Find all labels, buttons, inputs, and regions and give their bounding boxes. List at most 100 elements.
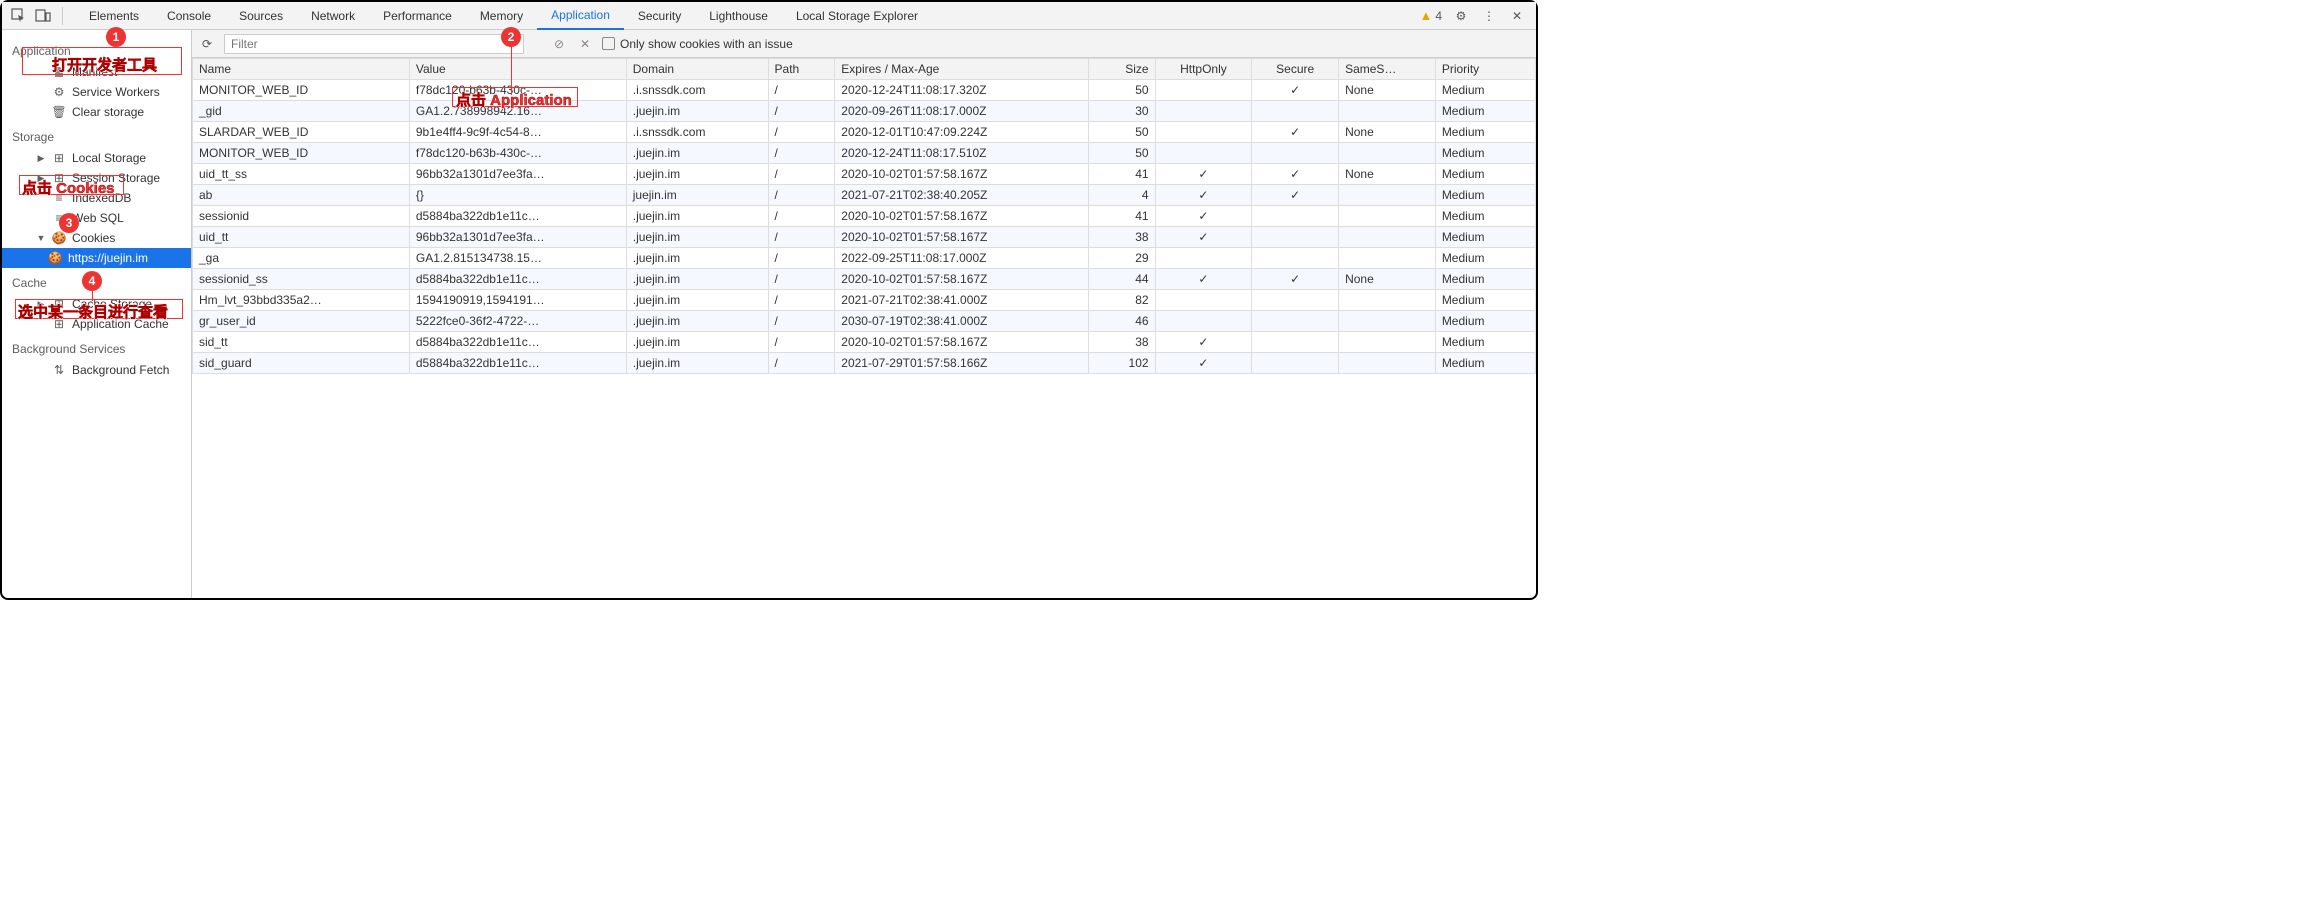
- sidebar-item-cache-storage[interactable]: ▶⊞Cache Storage: [2, 294, 191, 314]
- cell: [1155, 122, 1252, 143]
- column-header-priority[interactable]: Priority: [1435, 59, 1535, 80]
- table-row[interactable]: SLARDAR_WEB_ID9b1e4ff4-9c9f-4c54-8….i.sn…: [193, 122, 1536, 143]
- top-toolbar: ElementsConsoleSourcesNetworkPerformance…: [2, 2, 1536, 30]
- annotation-line-2: [511, 47, 512, 95]
- cell: MONITOR_WEB_ID: [193, 143, 410, 164]
- column-header-expires-max-age[interactable]: Expires / Max-Age: [835, 59, 1089, 80]
- table-row[interactable]: uid_tt96bb32a1301d7ee3fa….juejin.im/2020…: [193, 227, 1536, 248]
- table-row[interactable]: Hm_lvt_93bbd335a2…1594190919,1594191….ju…: [193, 290, 1536, 311]
- column-header-sames-[interactable]: SameS…: [1339, 59, 1436, 80]
- cell: Medium: [1435, 353, 1535, 374]
- sidebar-item-cookies[interactable]: ▼🍪Cookies: [2, 228, 191, 248]
- table-row[interactable]: MONITOR_WEB_IDf78dc120-b63b-430c-….i.sns…: [193, 80, 1536, 101]
- cell: /: [768, 227, 835, 248]
- sidebar-group-application: Application: [2, 36, 191, 62]
- db-grid-icon: ⊞: [52, 297, 66, 311]
- tab-application[interactable]: Application: [537, 2, 624, 30]
- tab-security[interactable]: Security: [624, 2, 695, 30]
- gear-icon[interactable]: ⚙: [1452, 7, 1470, 25]
- only-issue-label: Only show cookies with an issue: [620, 37, 793, 51]
- table-row[interactable]: sessionidd5884ba322db1e11c….juejin.im/20…: [193, 206, 1536, 227]
- cell: ✓: [1252, 122, 1339, 143]
- table-row[interactable]: ab{}juejin.im/2021-07-21T02:38:40.205Z4✓…: [193, 185, 1536, 206]
- cell: .juejin.im: [626, 311, 768, 332]
- cell: sessionid: [193, 206, 410, 227]
- cell: [1252, 206, 1339, 227]
- column-header-secure[interactable]: Secure: [1252, 59, 1339, 80]
- table-row[interactable]: gr_user_id5222fce0-36f2-4722-….juejin.im…: [193, 311, 1536, 332]
- block-icon[interactable]: ⊘: [550, 35, 568, 53]
- column-header-value[interactable]: Value: [409, 59, 626, 80]
- cell: /: [768, 248, 835, 269]
- cell: sessionid_ss: [193, 269, 410, 290]
- cell: 50: [1088, 122, 1155, 143]
- cell: .juejin.im: [626, 227, 768, 248]
- sidebar-item-manifest[interactable]: Manifest: [2, 62, 191, 82]
- column-header-domain[interactable]: Domain: [626, 59, 768, 80]
- tab-memory[interactable]: Memory: [466, 2, 537, 30]
- tab-network[interactable]: Network: [297, 2, 369, 30]
- sidebar-item-label: Web SQL: [72, 211, 124, 225]
- table-row[interactable]: MONITOR_WEB_IDf78dc120-b63b-430c-….jueji…: [193, 143, 1536, 164]
- table-row[interactable]: sessionid_ssd5884ba322db1e11c….juejin.im…: [193, 269, 1536, 290]
- filter-input[interactable]: [224, 34, 524, 54]
- sidebar-item-https-juejin-im[interactable]: 🍪https://juejin.im: [2, 248, 191, 268]
- inspect-icon[interactable]: [10, 7, 28, 25]
- tab-performance[interactable]: Performance: [369, 2, 466, 30]
- refresh-icon[interactable]: ⟳: [198, 35, 216, 53]
- column-header-httponly[interactable]: HttpOnly: [1155, 59, 1252, 80]
- cell: .juejin.im: [626, 143, 768, 164]
- sidebar-item-label: Application Cache: [72, 317, 169, 331]
- tab-console[interactable]: Console: [153, 2, 225, 30]
- table-row[interactable]: _gidGA1.2.738998942.16….juejin.im/2020-0…: [193, 101, 1536, 122]
- only-issue-checkbox[interactable]: Only show cookies with an issue: [602, 37, 793, 51]
- sidebar-item-background-fetch[interactable]: ⇅Background Fetch: [2, 360, 191, 380]
- cell: Medium: [1435, 269, 1535, 290]
- cell: ✓: [1155, 227, 1252, 248]
- sidebar-item-clear-storage[interactable]: 🗑Clear storage: [2, 102, 191, 122]
- table-row[interactable]: sid_ttd5884ba322db1e11c….juejin.im/2020-…: [193, 332, 1536, 353]
- cell: GA1.2.815134738.15…: [409, 248, 626, 269]
- cell: Medium: [1435, 206, 1535, 227]
- cell: ✓: [1155, 269, 1252, 290]
- sidebar-group-cache: Cache: [2, 268, 191, 294]
- close-icon[interactable]: ✕: [1508, 7, 1526, 25]
- cell: _ga: [193, 248, 410, 269]
- cell: [1339, 101, 1436, 122]
- sidebar-item-service-workers[interactable]: ⚙Service Workers: [2, 82, 191, 102]
- sidebar-item-session-storage[interactable]: ▶⊞Session Storage: [2, 168, 191, 188]
- cell: [1339, 311, 1436, 332]
- tab-elements[interactable]: Elements: [75, 2, 153, 30]
- clear-icon[interactable]: ✕: [576, 35, 594, 53]
- sidebar-item-application-cache[interactable]: ⊞Application Cache: [2, 314, 191, 334]
- cell: [1339, 143, 1436, 164]
- sidebar-item-indexeddb[interactable]: ≡IndexedDB: [2, 188, 191, 208]
- cell: Medium: [1435, 143, 1535, 164]
- warnings-badge[interactable]: ▲4: [1419, 8, 1442, 23]
- cell: 2021-07-21T02:38:40.205Z: [835, 185, 1089, 206]
- tab-local-storage-explorer[interactable]: Local Storage Explorer: [782, 2, 932, 30]
- cell: ✓: [1252, 80, 1339, 101]
- kebab-icon[interactable]: ⋮: [1480, 7, 1498, 25]
- sidebar-item-label: Background Fetch: [72, 363, 169, 377]
- cell: /: [768, 185, 835, 206]
- cell: None: [1339, 80, 1436, 101]
- table-row[interactable]: uid_tt_ss96bb32a1301d7ee3fa….juejin.im/2…: [193, 164, 1536, 185]
- table-row[interactable]: sid_guardd5884ba322db1e11c….juejin.im/20…: [193, 353, 1536, 374]
- column-header-size[interactable]: Size: [1088, 59, 1155, 80]
- table-row[interactable]: _gaGA1.2.815134738.15….juejin.im/2022-09…: [193, 248, 1536, 269]
- sidebar-item-label: https://juejin.im: [68, 251, 148, 265]
- sidebar-item-local-storage[interactable]: ▶⊞Local Storage: [2, 148, 191, 168]
- tab-lighthouse[interactable]: Lighthouse: [695, 2, 782, 30]
- tab-sources[interactable]: Sources: [225, 2, 297, 30]
- column-header-name[interactable]: Name: [193, 59, 410, 80]
- column-header-path[interactable]: Path: [768, 59, 835, 80]
- cell: ✓: [1155, 353, 1252, 374]
- device-icon[interactable]: [34, 7, 52, 25]
- sidebar-item-web-sql[interactable]: ≡Web SQL: [2, 208, 191, 228]
- cell: 38: [1088, 227, 1155, 248]
- cell: /: [768, 353, 835, 374]
- cell: 2020-10-02T01:57:58.167Z: [835, 206, 1089, 227]
- cell: ✓: [1155, 206, 1252, 227]
- cell: f78dc120-b63b-430c-…: [409, 80, 626, 101]
